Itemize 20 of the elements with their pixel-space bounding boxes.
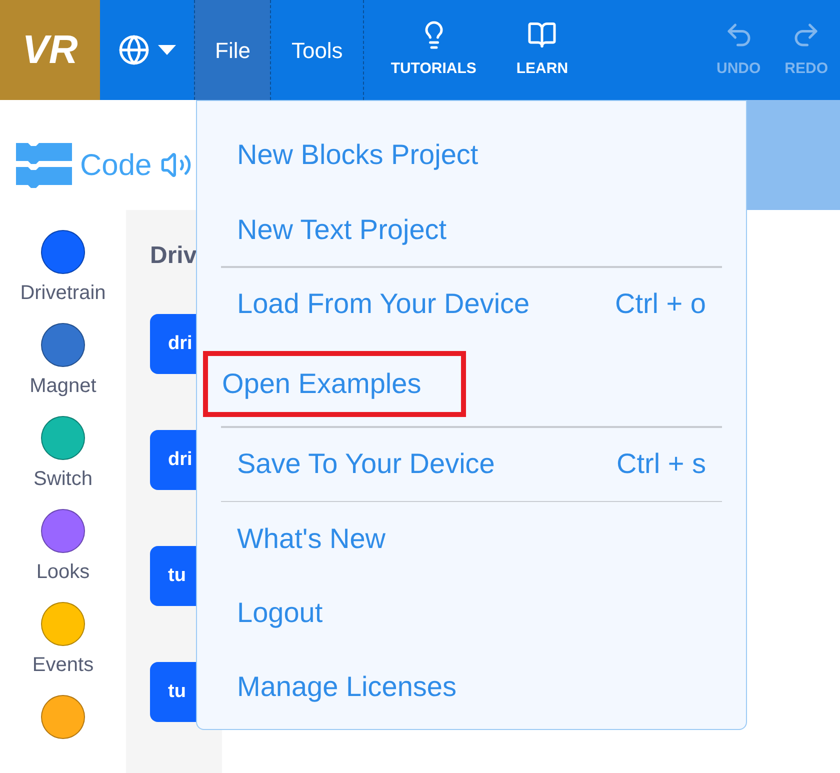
menu-tab[interactable]: File bbox=[194, 0, 270, 100]
shortcut-label: Ctrl + o bbox=[614, 287, 706, 322]
category-button[interactable]: Drivetrain bbox=[20, 230, 106, 308]
blocks-icon bbox=[16, 141, 72, 189]
palette-heading: Driv bbox=[150, 241, 198, 271]
caret-icon bbox=[158, 45, 176, 55]
globe-icon bbox=[118, 34, 150, 66]
menu-item[interactable]: New Blocks Project bbox=[221, 123, 722, 188]
bulb-button[interactable]: TUTORIALS bbox=[370, 0, 496, 100]
book-icon bbox=[527, 20, 558, 50]
menu-item[interactable]: Open Examples bbox=[203, 351, 466, 417]
category-button[interactable]: Magnet bbox=[30, 323, 96, 401]
category-button[interactable]: Events bbox=[32, 602, 94, 680]
code-tab-label: Code bbox=[80, 148, 152, 184]
category-button[interactable]: Switch bbox=[34, 416, 92, 494]
logo: VR bbox=[0, 0, 100, 100]
category-button[interactable]: Looks bbox=[36, 509, 90, 587]
menu-item[interactable]: New Text Project bbox=[221, 197, 722, 262]
shortcut-label: Ctrl + s bbox=[616, 447, 706, 482]
book-button[interactable]: LEARN bbox=[496, 0, 588, 100]
